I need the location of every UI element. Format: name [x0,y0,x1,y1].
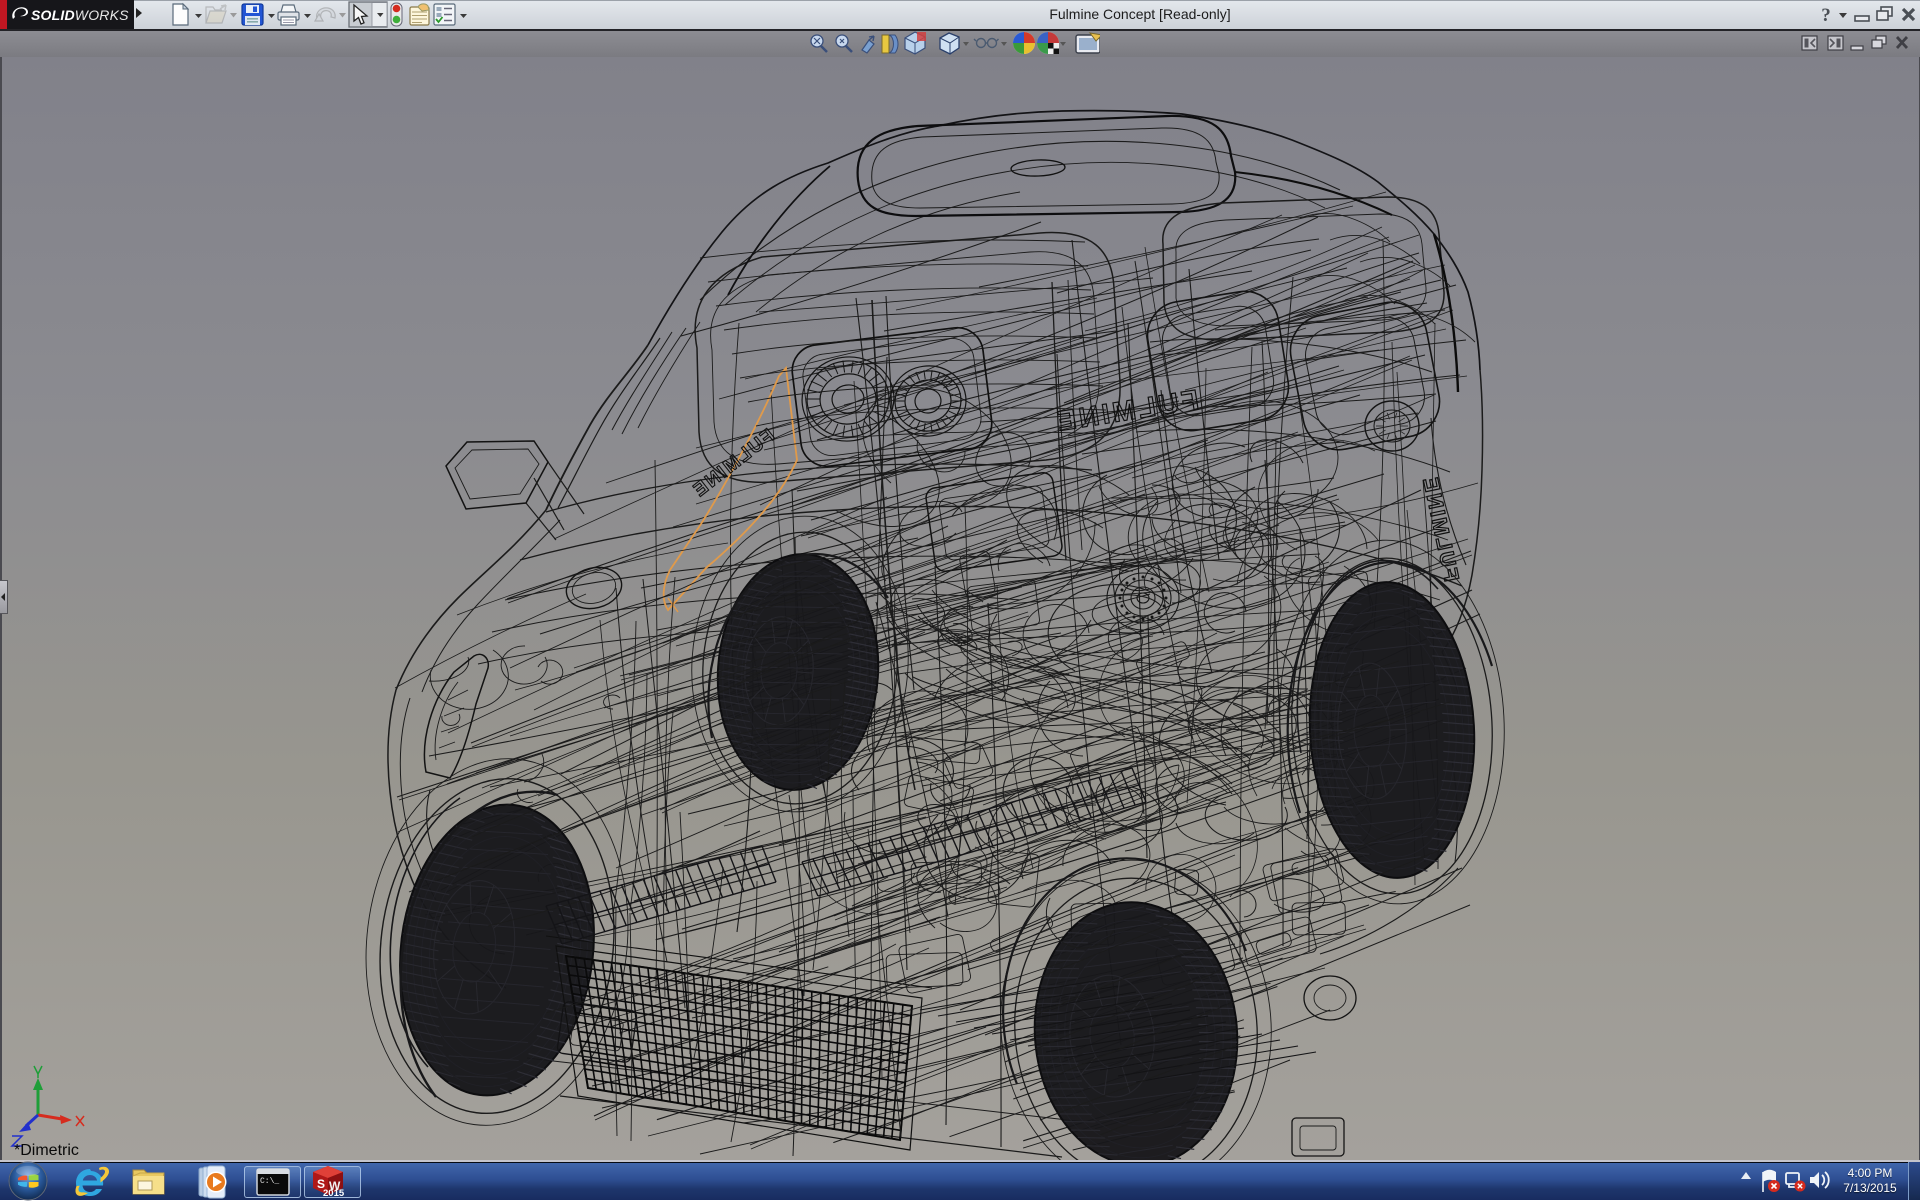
svg-text:C:\_: C:\_ [260,1177,279,1186]
svg-text:FULMINE: FULMINE [688,425,778,502]
svg-text:?: ? [1821,5,1831,26]
svg-text:FULMINE: FULMINE [1418,474,1463,584]
svg-text:2015: 2015 [323,1188,345,1198]
